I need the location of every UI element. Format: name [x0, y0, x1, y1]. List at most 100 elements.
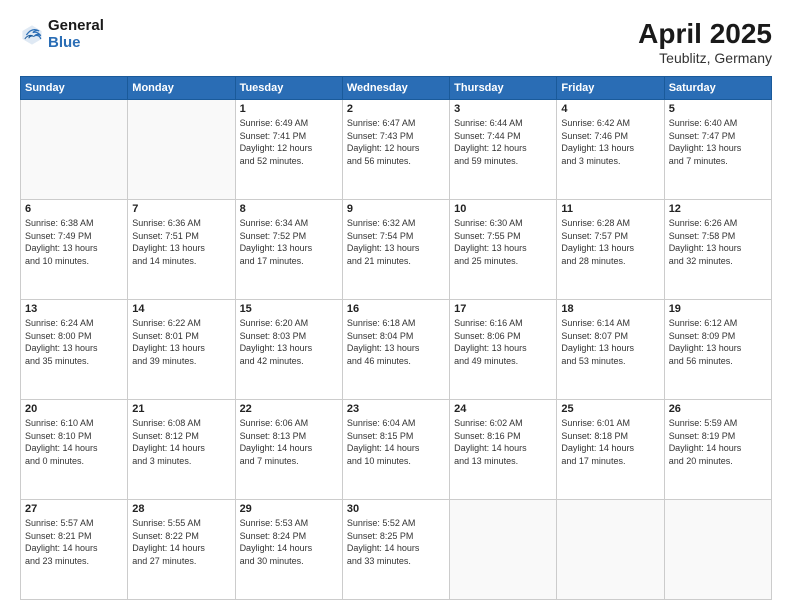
calendar-cell-w4-d4: 23 Sunrise: 6:04 AM Sunset: 8:15 PM Dayli…	[342, 400, 449, 500]
day-number: 6	[25, 203, 123, 215]
day-info: Sunrise: 6:20 AM Sunset: 8:03 PM Dayligh…	[240, 317, 338, 367]
calendar-cell-w5-d6	[557, 500, 664, 600]
col-friday: Friday	[557, 77, 664, 100]
logo-icon	[20, 23, 44, 47]
day-number: 12	[669, 203, 767, 215]
day-info: Sunrise: 6:38 AM Sunset: 7:49 PM Dayligh…	[25, 217, 123, 267]
calendar-header-row: Sunday Monday Tuesday Wednesday Thursday…	[21, 77, 772, 100]
day-number: 23	[347, 403, 445, 415]
day-number: 22	[240, 403, 338, 415]
day-info: Sunrise: 6:04 AM Sunset: 8:15 PM Dayligh…	[347, 417, 445, 467]
day-number: 20	[25, 403, 123, 415]
col-saturday: Saturday	[664, 77, 771, 100]
day-number: 5	[669, 103, 767, 115]
calendar-cell-w5-d3: 29 Sunrise: 5:53 AM Sunset: 8:24 PM Dayli…	[235, 500, 342, 600]
calendar-cell-w2-d4: 9 Sunrise: 6:32 AM Sunset: 7:54 PM Daylig…	[342, 200, 449, 300]
day-info: Sunrise: 6:40 AM Sunset: 7:47 PM Dayligh…	[669, 117, 767, 167]
logo-text: General Blue	[48, 18, 104, 51]
day-info: Sunrise: 6:32 AM Sunset: 7:54 PM Dayligh…	[347, 217, 445, 267]
calendar-table: Sunday Monday Tuesday Wednesday Thursday…	[20, 76, 772, 600]
day-number: 17	[454, 303, 552, 315]
day-info: Sunrise: 6:02 AM Sunset: 8:16 PM Dayligh…	[454, 417, 552, 467]
day-number: 18	[561, 303, 659, 315]
day-number: 15	[240, 303, 338, 315]
day-number: 16	[347, 303, 445, 315]
day-info: Sunrise: 6:34 AM Sunset: 7:52 PM Dayligh…	[240, 217, 338, 267]
day-number: 25	[561, 403, 659, 415]
calendar-cell-w5-d2: 28Sunrise: 5:55 AM Sunset: 8:22 PM Dayli…	[128, 500, 235, 600]
day-info: Sunrise: 5:59 AM Sunset: 8:19 PM Dayligh…	[669, 417, 767, 467]
logo: General Blue	[20, 18, 104, 51]
calendar-cell-w5-d4: 30Sunrise: 5:52 AM Sunset: 8:25 PM Dayli…	[342, 500, 449, 600]
calendar-cell-w3-d5: 17Sunrise: 6:16 AM Sunset: 8:06 PM Dayli…	[450, 300, 557, 400]
calendar-cell-w3-d3: 15 Sunrise: 6:20 AM Sunset: 8:03 PM Dayli…	[235, 300, 342, 400]
calendar-cell-w3-d7: 19 Sunrise: 6:12 AM Sunset: 8:09 PM Dayli…	[664, 300, 771, 400]
day-info: Sunrise: 6:06 AM Sunset: 8:13 PM Dayligh…	[240, 417, 338, 467]
calendar-cell-w4-d7: 26 Sunrise: 5:59 AM Sunset: 8:19 PM Dayli…	[664, 400, 771, 500]
calendar-cell-w1-d3: 1 Sunrise: 6:49 AM Sunset: 7:41 PM Daylig…	[235, 100, 342, 200]
calendar-cell-w4-d3: 22 Sunrise: 6:06 AM Sunset: 8:13 PM Dayli…	[235, 400, 342, 500]
day-info: Sunrise: 5:57 AM Sunset: 8:21 PM Dayligh…	[25, 517, 123, 567]
day-number: 19	[669, 303, 767, 315]
day-info: Sunrise: 6:12 AM Sunset: 8:09 PM Dayligh…	[669, 317, 767, 367]
header: General Blue April 2025 Teublitz, German…	[20, 18, 772, 66]
day-number: 10	[454, 203, 552, 215]
day-info: Sunrise: 6:28 AM Sunset: 7:57 PM Dayligh…	[561, 217, 659, 267]
calendar-cell-w4-d6: 25Sunrise: 6:01 AM Sunset: 8:18 PM Dayli…	[557, 400, 664, 500]
calendar-cell-w3-d2: 14Sunrise: 6:22 AM Sunset: 8:01 PM Dayli…	[128, 300, 235, 400]
calendar-cell-w3-d4: 16 Sunrise: 6:18 AM Sunset: 8:04 PM Dayli…	[342, 300, 449, 400]
calendar-cell-w1-d2	[128, 100, 235, 200]
calendar-cell-w5-d7	[664, 500, 771, 600]
calendar-week-5: 27Sunrise: 5:57 AM Sunset: 8:21 PM Dayli…	[21, 500, 772, 600]
calendar-subtitle: Teublitz, Germany	[638, 50, 772, 66]
day-info: Sunrise: 6:18 AM Sunset: 8:04 PM Dayligh…	[347, 317, 445, 367]
col-sunday: Sunday	[21, 77, 128, 100]
day-info: Sunrise: 6:14 AM Sunset: 8:07 PM Dayligh…	[561, 317, 659, 367]
calendar-cell-w2-d3: 8 Sunrise: 6:34 AM Sunset: 7:52 PM Daylig…	[235, 200, 342, 300]
title-block: April 2025 Teublitz, Germany	[638, 18, 772, 66]
calendar-cell-w3-d1: 13 Sunrise: 6:24 AM Sunset: 8:00 PM Dayli…	[21, 300, 128, 400]
day-info: Sunrise: 6:47 AM Sunset: 7:43 PM Dayligh…	[347, 117, 445, 167]
calendar-cell-w1-d6: 4Sunrise: 6:42 AM Sunset: 7:46 PM Daylig…	[557, 100, 664, 200]
calendar-cell-w4-d5: 24Sunrise: 6:02 AM Sunset: 8:16 PM Dayli…	[450, 400, 557, 500]
day-number: 9	[347, 203, 445, 215]
day-number: 13	[25, 303, 123, 315]
day-number: 14	[132, 303, 230, 315]
day-info: Sunrise: 6:10 AM Sunset: 8:10 PM Dayligh…	[25, 417, 123, 467]
calendar-week-4: 20 Sunrise: 6:10 AM Sunset: 8:10 PM Dayli…	[21, 400, 772, 500]
calendar-cell-w1-d5: 3Sunrise: 6:44 AM Sunset: 7:44 PM Daylig…	[450, 100, 557, 200]
day-info: Sunrise: 6:26 AM Sunset: 7:58 PM Dayligh…	[669, 217, 767, 267]
col-monday: Monday	[128, 77, 235, 100]
calendar-cell-w2-d2: 7 Sunrise: 6:36 AM Sunset: 7:51 PM Daylig…	[128, 200, 235, 300]
calendar-week-2: 6 Sunrise: 6:38 AM Sunset: 7:49 PM Daylig…	[21, 200, 772, 300]
calendar-cell-w5-d1: 27Sunrise: 5:57 AM Sunset: 8:21 PM Dayli…	[21, 500, 128, 600]
day-info: Sunrise: 5:52 AM Sunset: 8:25 PM Dayligh…	[347, 517, 445, 567]
col-thursday: Thursday	[450, 77, 557, 100]
day-info: Sunrise: 6:36 AM Sunset: 7:51 PM Dayligh…	[132, 217, 230, 267]
day-number: 26	[669, 403, 767, 415]
day-number: 3	[454, 103, 552, 115]
calendar-cell-w1-d4: 2Sunrise: 6:47 AM Sunset: 7:43 PM Daylig…	[342, 100, 449, 200]
calendar-week-3: 13 Sunrise: 6:24 AM Sunset: 8:00 PM Dayli…	[21, 300, 772, 400]
day-info: Sunrise: 5:53 AM Sunset: 8:24 PM Dayligh…	[240, 517, 338, 567]
calendar-week-1: 1 Sunrise: 6:49 AM Sunset: 7:41 PM Daylig…	[21, 100, 772, 200]
day-info: Sunrise: 6:24 AM Sunset: 8:00 PM Dayligh…	[25, 317, 123, 367]
page: General Blue April 2025 Teublitz, German…	[0, 0, 792, 612]
day-info: Sunrise: 6:08 AM Sunset: 8:12 PM Dayligh…	[132, 417, 230, 467]
calendar-cell-w1-d1	[21, 100, 128, 200]
day-number: 1	[240, 103, 338, 115]
day-info: Sunrise: 6:49 AM Sunset: 7:41 PM Dayligh…	[240, 117, 338, 167]
logo-general-text: General	[48, 18, 104, 35]
day-info: Sunrise: 5:55 AM Sunset: 8:22 PM Dayligh…	[132, 517, 230, 567]
calendar-cell-w2-d7: 12 Sunrise: 6:26 AM Sunset: 7:58 PM Dayli…	[664, 200, 771, 300]
calendar-cell-w4-d2: 21Sunrise: 6:08 AM Sunset: 8:12 PM Dayli…	[128, 400, 235, 500]
calendar-cell-w2-d6: 11 Sunrise: 6:28 AM Sunset: 7:57 PM Dayli…	[557, 200, 664, 300]
day-number: 7	[132, 203, 230, 215]
calendar-cell-w1-d7: 5 Sunrise: 6:40 AM Sunset: 7:47 PM Daylig…	[664, 100, 771, 200]
day-number: 29	[240, 503, 338, 515]
day-number: 11	[561, 203, 659, 215]
day-number: 4	[561, 103, 659, 115]
day-number: 8	[240, 203, 338, 215]
calendar-cell-w2-d1: 6 Sunrise: 6:38 AM Sunset: 7:49 PM Daylig…	[21, 200, 128, 300]
calendar-title: April 2025	[638, 18, 772, 50]
